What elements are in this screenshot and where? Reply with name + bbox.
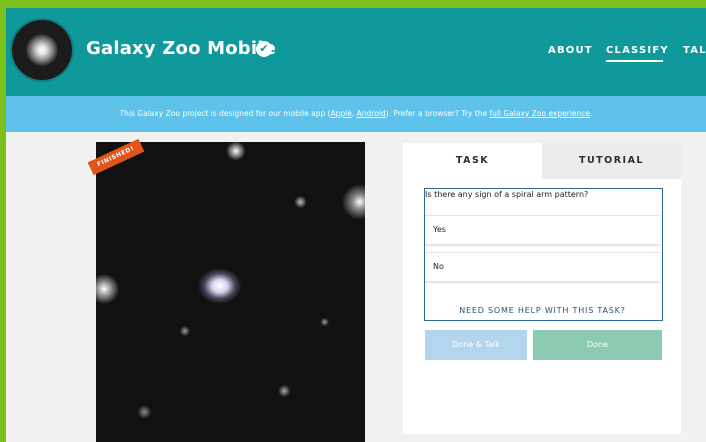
- galaxy-swirl-icon: [26, 34, 58, 66]
- site-title[interactable]: Galaxy Zoo Mobile: [86, 38, 276, 59]
- answer-label: No: [433, 262, 444, 271]
- answer-label: Yes: [433, 225, 446, 234]
- android-link[interactable]: Android: [357, 109, 386, 118]
- banner-text: This Galaxy Zoo project is designed for …: [119, 109, 331, 118]
- nav-active-underline: [606, 60, 663, 62]
- full-experience-link[interactable]: full Galaxy Zoo experience: [489, 109, 590, 118]
- galaxy-logo[interactable]: [12, 20, 72, 80]
- answer-yes-button[interactable]: Yes: [425, 215, 660, 245]
- nav-about[interactable]: ABOUT: [548, 45, 593, 56]
- task-tabs: TASK TUTORIAL: [403, 143, 681, 179]
- mobile-app-banner: This Galaxy Zoo project is designed for …: [6, 96, 706, 132]
- banner-text-middle: ). Prefer a browser? Try the: [385, 109, 490, 118]
- site-header: Galaxy Zoo Mobile ✔ ABOUT CLASSIFY TALK: [6, 8, 706, 96]
- task-question: Is there any sign of a spiral arm patter…: [425, 190, 589, 199]
- check-circle-icon: ✔: [256, 41, 272, 57]
- apple-link[interactable]: Apple: [331, 109, 352, 118]
- help-link[interactable]: NEED SOME HELP WITH THIS TASK?: [425, 306, 660, 315]
- tab-task[interactable]: TASK: [403, 143, 542, 179]
- banner-suffix: .: [590, 109, 593, 118]
- tab-tutorial[interactable]: TUTORIAL: [542, 143, 681, 179]
- done-button[interactable]: Done: [533, 330, 662, 360]
- answer-no-button[interactable]: No: [425, 252, 660, 282]
- subject-image[interactable]: [96, 142, 365, 442]
- nav-classify[interactable]: CLASSIFY: [606, 45, 669, 56]
- done-and-talk-button[interactable]: Done & Talk: [425, 330, 527, 360]
- nav-talk[interactable]: TALK: [683, 45, 706, 56]
